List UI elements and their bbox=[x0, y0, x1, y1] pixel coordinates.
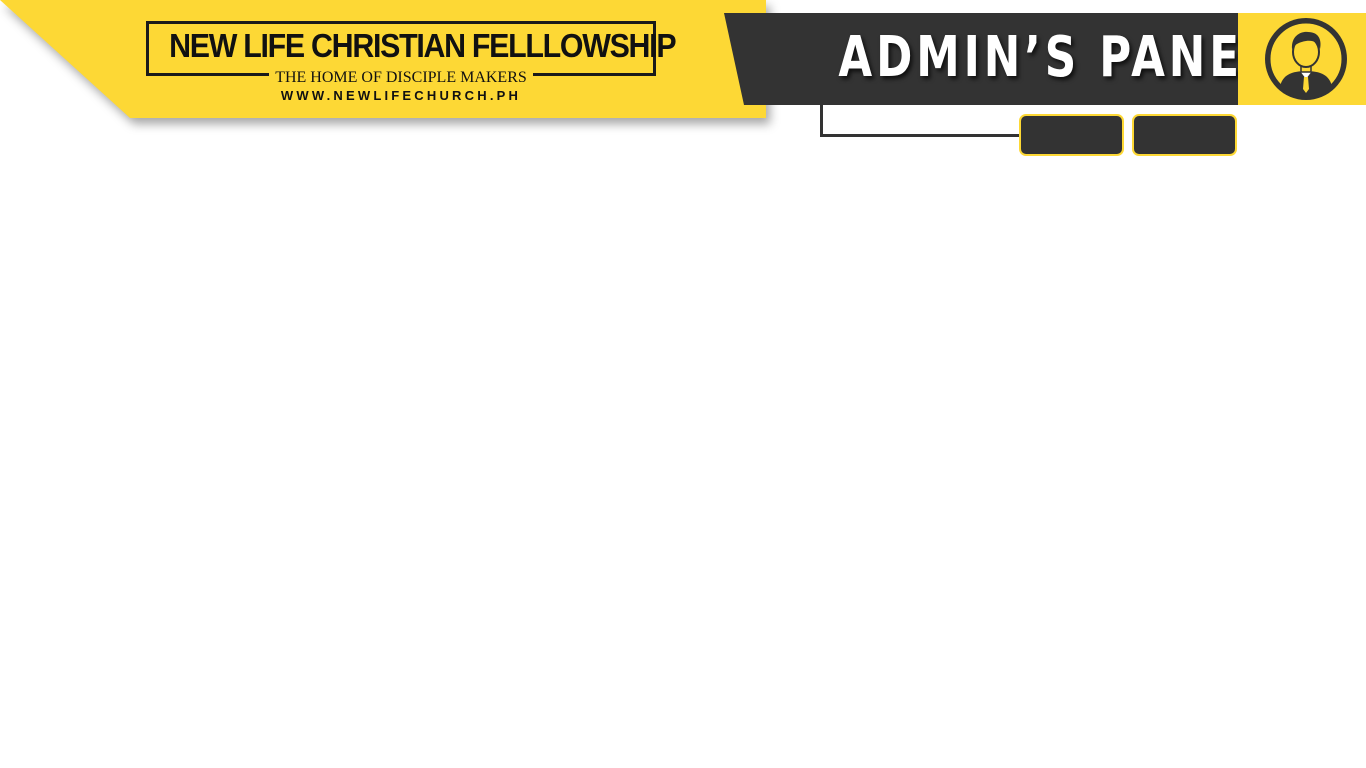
brand-tagline-wrap: THE HOME OF DISCIPLE MAKERS bbox=[146, 69, 656, 87]
nav-button-1[interactable] bbox=[1019, 114, 1124, 156]
logo-box[interactable]: NEW LIFE CHRISTIAN FELLLOWSHIP bbox=[146, 21, 677, 76]
brand-name: NEW LIFE CHRISTIAN FELLLOWSHIP bbox=[169, 27, 676, 64]
nav-button-2[interactable] bbox=[1132, 114, 1237, 156]
main-content bbox=[0, 170, 1366, 768]
user-avatar-icon[interactable] bbox=[1262, 15, 1350, 103]
header-connector-line bbox=[820, 104, 1022, 137]
admin-page: NEW LIFE CHRISTIAN FELLLOWSHIP THE HOME … bbox=[0, 0, 1366, 768]
page-title: ADMIN’S PANEL bbox=[838, 25, 1275, 90]
brand-tagline: THE HOME OF DISCIPLE MAKERS bbox=[269, 69, 533, 87]
brand-url: WWW.NEWLIFECHURCH.PH bbox=[280, 88, 522, 103]
